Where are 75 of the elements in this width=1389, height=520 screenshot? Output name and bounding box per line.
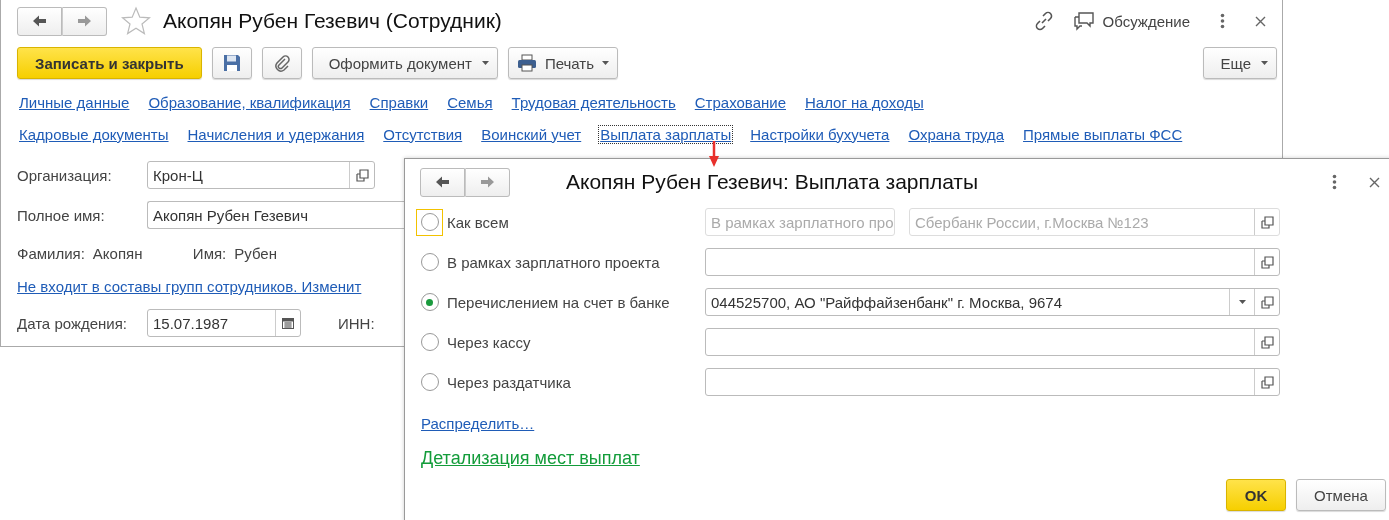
caret-icon xyxy=(481,61,489,65)
cancel-button[interactable]: Отмена xyxy=(1296,479,1386,511)
create-document-button[interactable]: Оформить документ xyxy=(311,47,498,79)
date-field[interactable]: 15.07.1987 xyxy=(147,309,301,337)
open-icon[interactable] xyxy=(1260,295,1274,309)
open-icon[interactable] xyxy=(1260,335,1274,349)
dropdown-field[interactable]: 044525700, АО "Райффайзенбанк" г. Москва, 9674 xyxy=(705,288,1280,316)
radio-label[interactable]: Через раздатчика xyxy=(447,373,571,391)
paperclip-icon xyxy=(273,54,290,72)
field-label: Организация: xyxy=(17,166,113,184)
section-link[interactable]: Воинский учет xyxy=(479,124,584,144)
back-button[interactable] xyxy=(17,6,62,36)
open-icon[interactable] xyxy=(355,168,369,182)
printer-icon xyxy=(516,54,537,72)
field-label: Дата рождения: xyxy=(17,314,128,332)
window-title: Акопян Рубен Гезевич (Сотрудник) xyxy=(163,9,502,33)
section-link[interactable]: Прямые выплаты ФСС xyxy=(1021,124,1185,144)
back-button[interactable] xyxy=(420,167,465,197)
more-button[interactable]: Еще xyxy=(1203,47,1277,79)
section-link[interactable]: Налог на доходы xyxy=(803,92,926,112)
dialog-title: Акопян Рубен Гезевич: Выплата зарплаты xyxy=(566,170,979,194)
full-name-field[interactable]: Акопян Рубен Гезевич xyxy=(147,201,405,229)
radio-button[interactable] xyxy=(416,208,443,236)
arrow-right-icon xyxy=(76,14,93,28)
more-icon[interactable] xyxy=(1220,13,1225,29)
field-label: Полное имя: xyxy=(17,206,106,224)
caret-icon[interactable] xyxy=(1238,300,1246,304)
arrow-right-icon xyxy=(479,175,496,189)
field-label: ИНН: xyxy=(338,314,375,332)
open-icon[interactable] xyxy=(1260,375,1274,389)
section-link[interactable]: Отсутствия xyxy=(381,124,465,144)
arrow-left-icon xyxy=(31,14,48,28)
radio-label[interactable]: В рамках зарплатного проекта xyxy=(447,253,660,271)
caret-icon xyxy=(1261,61,1268,65)
open-icon[interactable] xyxy=(1260,255,1274,269)
attach-button[interactable] xyxy=(261,47,302,79)
star-icon[interactable] xyxy=(121,6,151,36)
save-and-close-button[interactable]: Записать и закрыть xyxy=(17,47,202,79)
section-link[interactable]: Семья xyxy=(445,92,495,112)
speech-bubbles-icon xyxy=(1072,11,1095,31)
section-link[interactable]: Начисления и удержания xyxy=(185,124,367,144)
field-value: Акопян xyxy=(92,244,144,262)
more-icon[interactable] xyxy=(1332,174,1337,190)
caret-icon xyxy=(602,61,609,65)
input-field[interactable] xyxy=(705,368,1280,396)
radio-label[interactable]: Через кассу xyxy=(447,333,531,351)
section-link[interactable]: Трудовая деятельность xyxy=(509,92,678,112)
section-link[interactable]: Образование, квалификация xyxy=(146,92,353,112)
section-link[interactable]: Кадровые документы xyxy=(17,124,171,144)
section-link[interactable]: Страхование xyxy=(692,92,788,112)
close-icon[interactable] xyxy=(1255,15,1266,27)
discussion-button[interactable]: Обсуждение xyxy=(1072,11,1190,31)
section-link[interactable]: Справки xyxy=(367,92,431,112)
print-button[interactable]: Печать xyxy=(507,47,618,79)
field-label: Имя: xyxy=(192,244,227,262)
section-link[interactable]: Охрана труда xyxy=(906,124,1007,144)
groups-link[interactable]: Не входит в составы групп сотрудников. Изменит xyxy=(17,278,362,295)
pointer-arrow xyxy=(709,141,719,167)
section-link[interactable]: Выплата зарплаты xyxy=(598,124,734,144)
details-link[interactable]: Детализация мест выплат xyxy=(421,447,640,469)
save-button[interactable] xyxy=(211,47,252,79)
input-field[interactable] xyxy=(705,248,1280,276)
field-label: Фамилия: xyxy=(17,244,85,262)
ok-button[interactable]: OK xyxy=(1226,479,1286,511)
organization-field[interactable]: Крон-Ц xyxy=(147,161,375,189)
input-field[interactable] xyxy=(705,328,1280,356)
section-link[interactable]: Настройки бухучета xyxy=(748,124,892,144)
calendar-icon[interactable] xyxy=(282,317,294,329)
section-link[interactable]: Личные данные xyxy=(17,92,132,112)
radio-label[interactable]: Как всем xyxy=(447,213,509,231)
close-icon[interactable] xyxy=(1369,176,1380,188)
distribute-link[interactable]: Распределить… xyxy=(421,414,535,432)
radio-label[interactable]: Перечислением на счет в банке xyxy=(447,293,670,311)
arrow-left-icon xyxy=(434,175,451,189)
field-value: Рубен xyxy=(234,244,277,262)
